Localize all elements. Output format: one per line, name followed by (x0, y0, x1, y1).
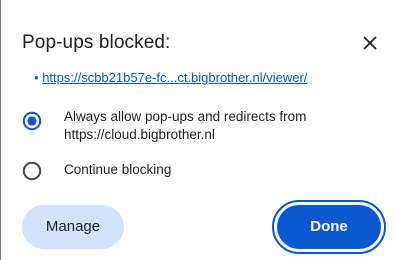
radio-option-always-allow-label: Always allow pop-ups and redirects from … (64, 108, 306, 144)
radio-unselected-icon[interactable] (22, 161, 42, 181)
radio-option-continue-blocking-label: Continue blocking (64, 162, 172, 177)
done-button[interactable]: Done (277, 205, 381, 249)
always-allow-line2: https://cloud.bigbrother.nl (64, 127, 215, 142)
radio-option-always-allow[interactable]: Always allow pop-ups and redirects from … (22, 108, 382, 148)
popup-blocked-dialog: Pop-ups blocked: • https://scbb21b57e-fc… (0, 0, 395, 260)
close-icon (363, 36, 377, 50)
always-allow-line1: Always allow pop-ups and redirects from (64, 109, 307, 124)
radio-selected-icon[interactable] (22, 111, 42, 131)
radio-option-continue-blocking[interactable]: Continue blocking (22, 160, 222, 182)
dialog-edge (0, 0, 1, 260)
dialog-title: Pop-ups blocked: (22, 32, 171, 53)
blocked-popup-bullet: • (34, 70, 39, 85)
blocked-popup-link[interactable]: • https://scbb21b57e-fc...ct.bigbrother.… (34, 69, 394, 87)
close-button[interactable] (357, 30, 383, 56)
manage-button[interactable]: Manage (22, 205, 124, 249)
blocked-popup-url[interactable]: https://scbb21b57e-fc...ct.bigbrother.nl… (42, 70, 307, 85)
